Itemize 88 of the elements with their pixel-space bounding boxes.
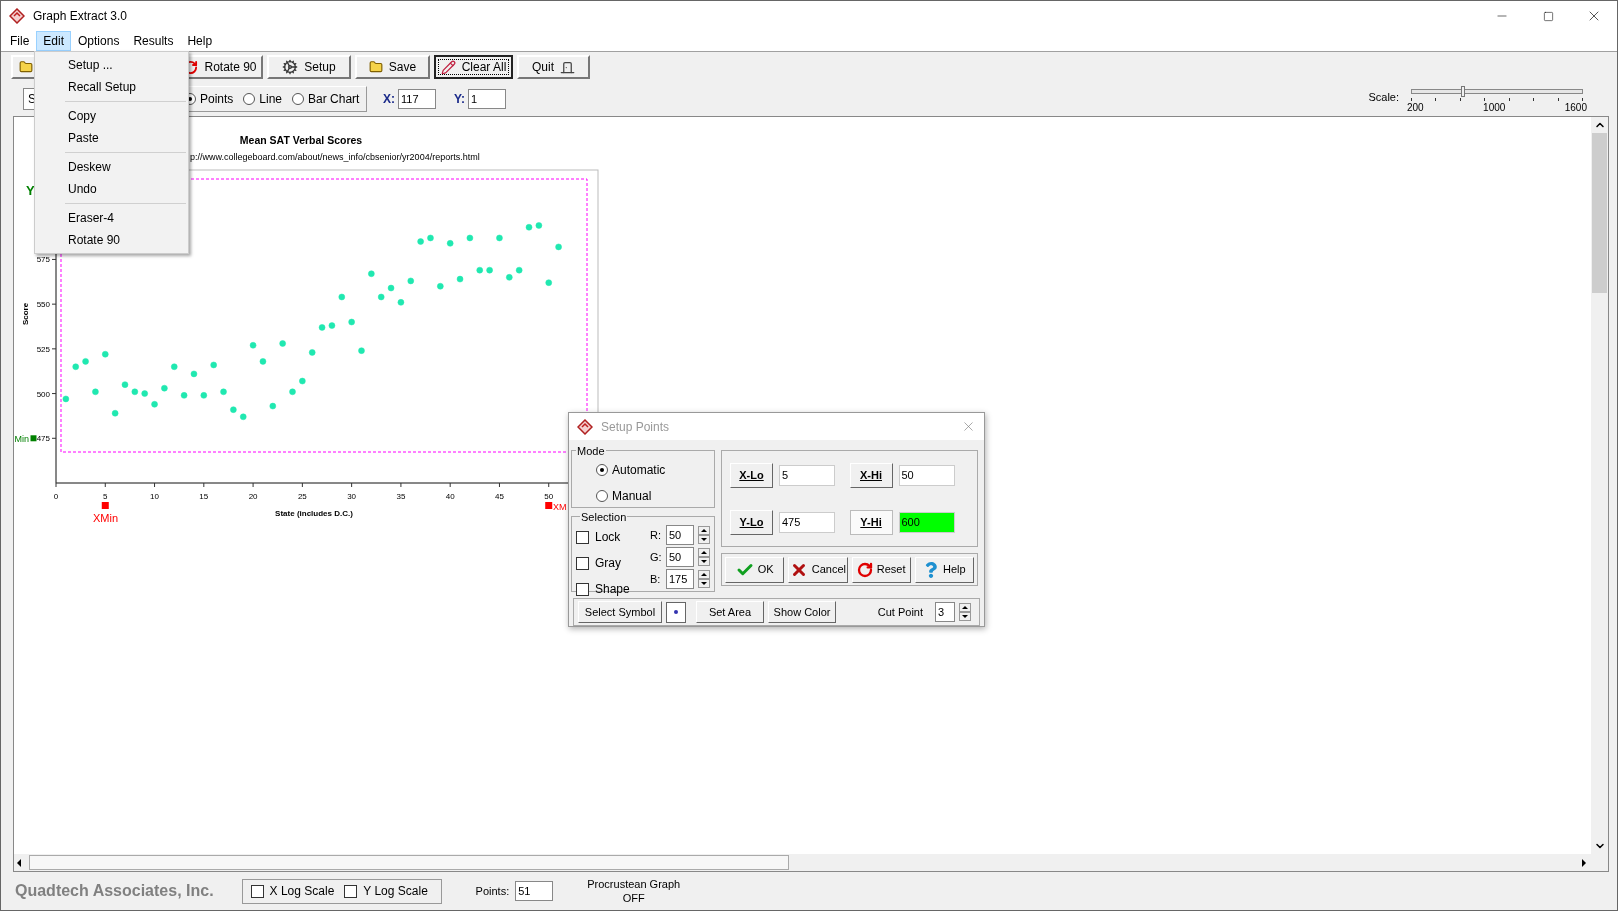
limit-field[interactable]: 600 [898, 511, 955, 533]
menu-option[interactable]: Undo [35, 178, 188, 200]
dialog-button[interactable]: Reset [851, 556, 911, 583]
coordinate-label: Y: [454, 91, 466, 108]
dialog-button[interactable]: Cancel [788, 556, 848, 583]
limit-button[interactable]: Y-Hi [849, 509, 893, 535]
axis-title: Score [21, 302, 30, 326]
number-field[interactable]: 50 [666, 525, 694, 545]
radio-label: Points [200, 91, 234, 108]
checkbox-label: X Log Scale [269, 883, 335, 900]
limit-button[interactable]: Y-Lo [730, 509, 773, 535]
menu-item[interactable]: Options [71, 31, 127, 51]
tick-label: 575 [36, 255, 50, 265]
limit-button[interactable]: X-Hi [849, 462, 893, 488]
tick-label: 0 [53, 492, 59, 501]
procrustean-label: Procrustean Graph [587, 877, 681, 891]
marker-label: XMin [93, 512, 119, 524]
menu-option[interactable]: Rotate 90 [35, 229, 188, 251]
points-field[interactable]: 51 [515, 881, 554, 901]
company-name: Quadtech Associates, Inc. [15, 881, 214, 901]
tick-label: 20 [248, 492, 258, 501]
dialog-button[interactable]: Set Area [696, 601, 764, 623]
checkbox-label: Lock [595, 529, 621, 546]
number-field[interactable]: 175 [666, 569, 694, 589]
scale-tick-label: 1600 [1564, 101, 1587, 114]
radio-label: Bar Chart [308, 91, 360, 108]
menu-option[interactable]: Copy [35, 105, 188, 127]
coordinate-field[interactable]: 1 [468, 89, 507, 109]
menu-item[interactable]: Results [126, 31, 181, 51]
tick-label: 15 [199, 492, 209, 501]
menu-item[interactable]: Help [180, 31, 220, 51]
field-label: G: [650, 549, 662, 565]
limit-button[interactable]: X-Lo [730, 462, 773, 488]
field-label: B: [650, 571, 662, 587]
menu-item[interactable]: Edit [36, 31, 72, 51]
chart-subtitle: p://www.collegeboard.com/about/news_info/cbsenior/yr2004/reports.html [190, 152, 480, 162]
scale-label: Scale: [1368, 89, 1399, 105]
menu-item[interactable]: File [3, 31, 37, 51]
dialog-button[interactable]: OK [725, 556, 785, 583]
dialog-button[interactable]: Select Symbol [578, 601, 662, 623]
marker-label: Min [14, 434, 29, 444]
tick-label: 25 [297, 492, 307, 501]
limit-field[interactable]: 475 [779, 511, 835, 533]
tick-label: 525 [36, 344, 50, 354]
coordinate-label: X: [383, 91, 395, 108]
number-field[interactable]: 50 [666, 547, 694, 567]
marker-label: XM [553, 502, 567, 512]
toolbar-button[interactable]: Clear All [434, 55, 513, 79]
tick-label: 550 [36, 300, 50, 310]
tick-label: 30 [347, 492, 357, 501]
scale-tick-label: 200 [1407, 101, 1424, 114]
tick-label: 10 [150, 492, 159, 501]
toolbar-button[interactable]: Save [355, 55, 430, 79]
tick-label: 500 [36, 389, 50, 399]
cut-point-label: Cut Point [877, 604, 923, 620]
scale-tick-label: 1000 [1483, 101, 1506, 114]
radio-label: Automatic [612, 462, 666, 479]
checkbox-label: Shape [595, 581, 630, 598]
procrustean-state: OFF [622, 891, 645, 905]
window-title: Graph Extract 3.0 [33, 8, 128, 25]
checkbox-label: Y Log Scale [363, 883, 428, 900]
tick-label: 5 [103, 492, 108, 501]
tick-label: 45 [495, 492, 504, 501]
menu-option[interactable]: Eraser-4 [35, 207, 188, 229]
menu-option[interactable]: Deskew [35, 156, 188, 178]
toolbar-button[interactable]: Quit [517, 55, 590, 79]
dialog-button[interactable]: Show Color [768, 601, 836, 623]
checkbox-label: Gray [595, 555, 621, 572]
limit-field[interactable]: 5 [779, 464, 835, 486]
dialog-title: Setup Points [601, 418, 670, 436]
number-field[interactable]: 3 [935, 602, 955, 622]
axis-title: State (includes D.C.) [275, 509, 353, 518]
radio-label: Manual [612, 488, 652, 505]
chart-title: Mean SAT Verbal Scores [239, 134, 363, 146]
points-label: Points: [475, 883, 510, 899]
tick-label: 50 [544, 492, 554, 501]
field-label: R: [650, 527, 662, 543]
menu-option[interactable]: Recall Setup [35, 76, 188, 98]
dialog-button[interactable]: Help [914, 556, 974, 583]
tick-label: 475 [36, 434, 50, 444]
menu-option[interactable]: Paste [35, 127, 188, 149]
coordinate-field[interactable]: 117 [398, 89, 436, 109]
limit-field[interactable]: 50 [898, 464, 955, 486]
tick-label: 40 [445, 492, 455, 501]
tick-label: 35 [396, 492, 406, 501]
radio-label: Line [259, 91, 283, 108]
marker-label: Y [26, 183, 35, 198]
toolbar-button[interactable]: Setup [267, 55, 351, 79]
